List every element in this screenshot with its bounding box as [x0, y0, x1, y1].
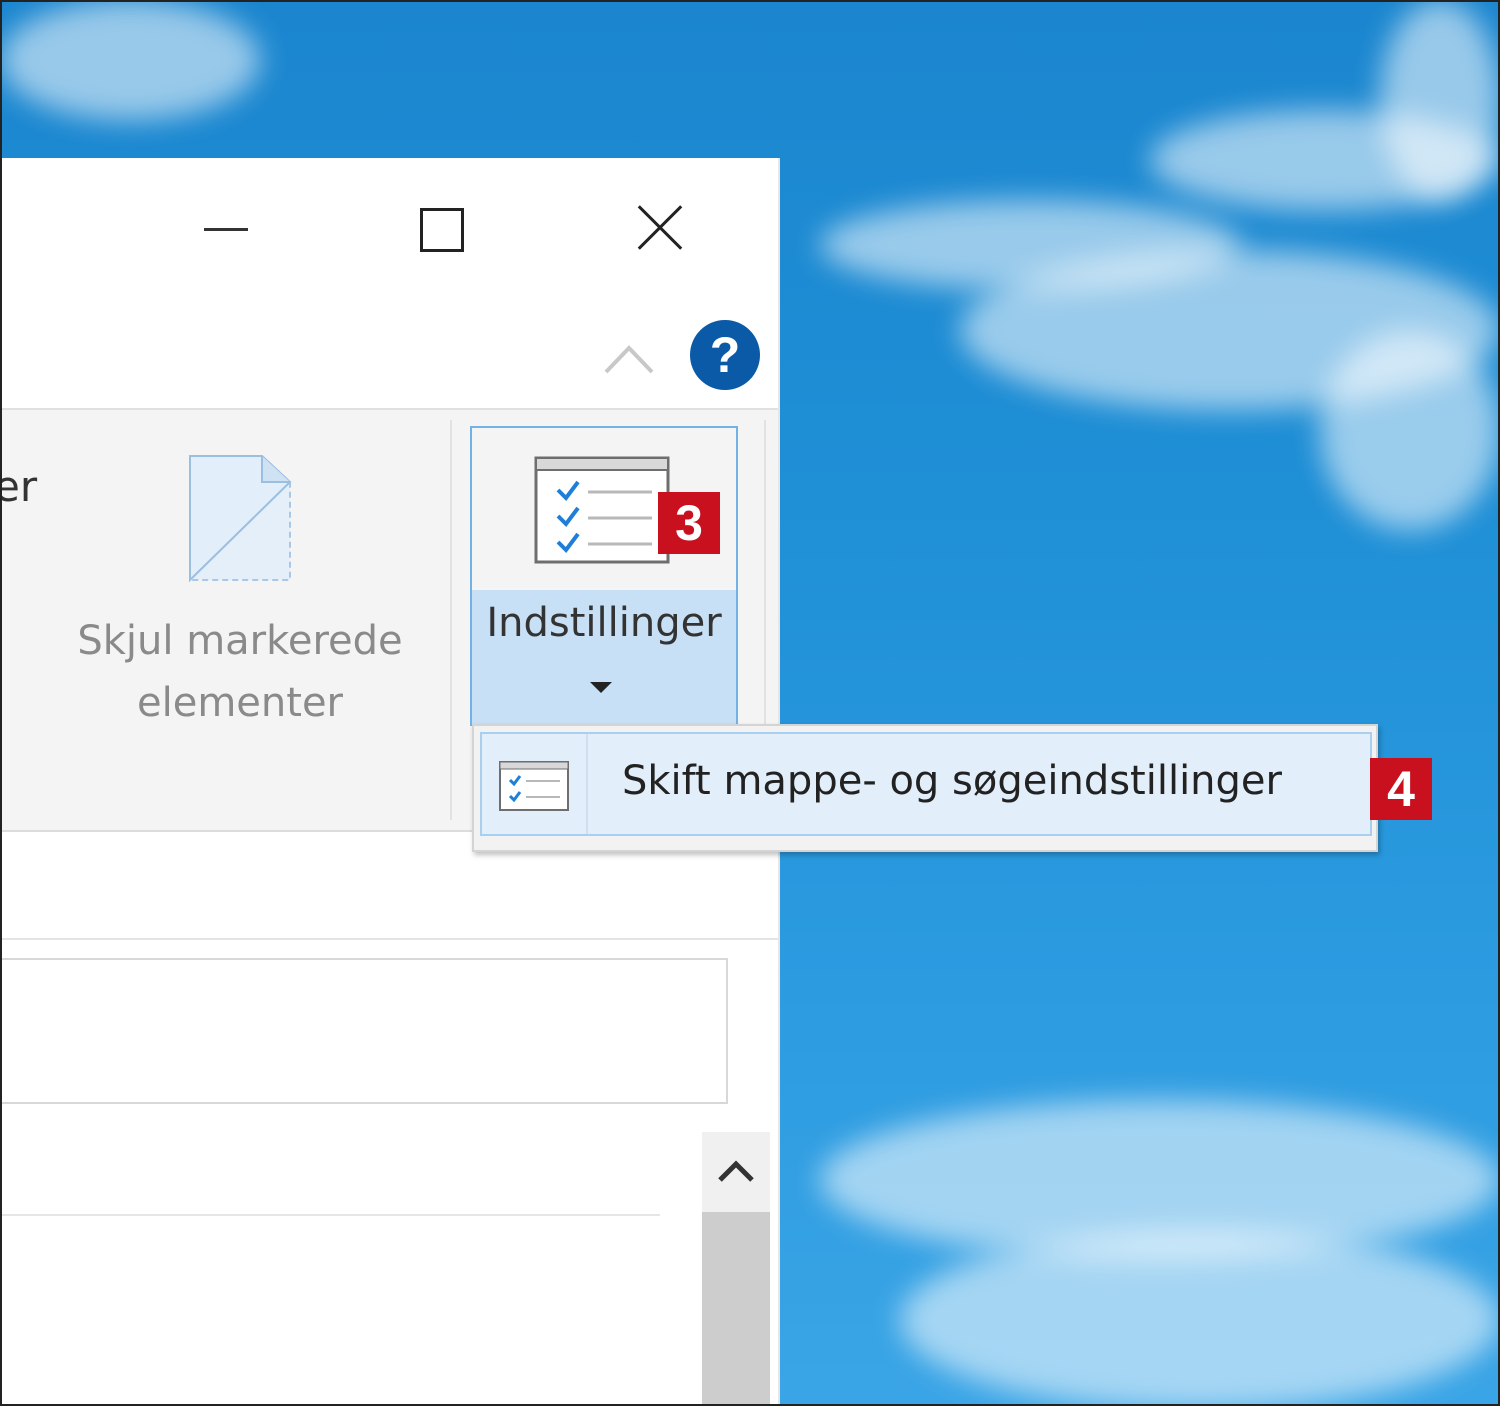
- list-separator: [0, 1214, 660, 1216]
- folder-options-icon: [499, 761, 569, 811]
- cloud: [1380, 0, 1500, 200]
- menu-item-label: Skift mappe- og søgeindstillinger: [622, 758, 1282, 804]
- cloud: [1320, 330, 1500, 530]
- hide-document-icon: [189, 455, 292, 583]
- cloud: [0, 0, 260, 120]
- hide-selected-items-button[interactable]: Skjul markerede elementer: [50, 430, 430, 730]
- title-bar: [0, 158, 778, 308]
- vertical-scrollbar[interactable]: [702, 1132, 770, 1406]
- options-label: Indstillinger: [486, 600, 722, 646]
- menu-item-change-folder-options[interactable]: Skift mappe- og søgeindstillinger 4: [480, 732, 1432, 836]
- hide-selected-items-label: Skjul markerede elementer: [77, 618, 403, 726]
- step-badge-4: 4: [1370, 758, 1432, 820]
- scroll-up-button[interactable]: [702, 1132, 770, 1212]
- ribbon-separator: [450, 420, 452, 820]
- maximize-icon: [420, 208, 464, 252]
- address-bar-divider: [0, 938, 778, 940]
- menu-item-icon-column: [482, 734, 588, 834]
- help-button[interactable]: ?: [690, 320, 760, 390]
- collapse-ribbon-button[interactable]: [596, 334, 662, 384]
- options-checklist-icon: [534, 456, 670, 564]
- chevron-up-icon: [604, 345, 654, 374]
- close-button[interactable]: [600, 188, 720, 268]
- minimize-button[interactable]: [166, 188, 286, 268]
- close-icon: [638, 206, 682, 250]
- ribbon-item-partial-label: er: [0, 462, 38, 511]
- dropdown-arrow-icon: [590, 682, 612, 693]
- maximize-button[interactable]: [380, 188, 500, 268]
- minimize-icon: [204, 228, 248, 231]
- content-area-box: [0, 958, 728, 1104]
- options-button[interactable]: 3 Indstillinger: [470, 426, 738, 726]
- cloud: [900, 1230, 1500, 1406]
- scroll-thumb[interactable]: [702, 1212, 770, 1406]
- chevron-up-icon: [718, 1160, 754, 1182]
- options-dropdown-menu: Skift mappe- og søgeindstillinger 4: [472, 724, 1432, 852]
- step-badge-3: 3: [658, 492, 720, 554]
